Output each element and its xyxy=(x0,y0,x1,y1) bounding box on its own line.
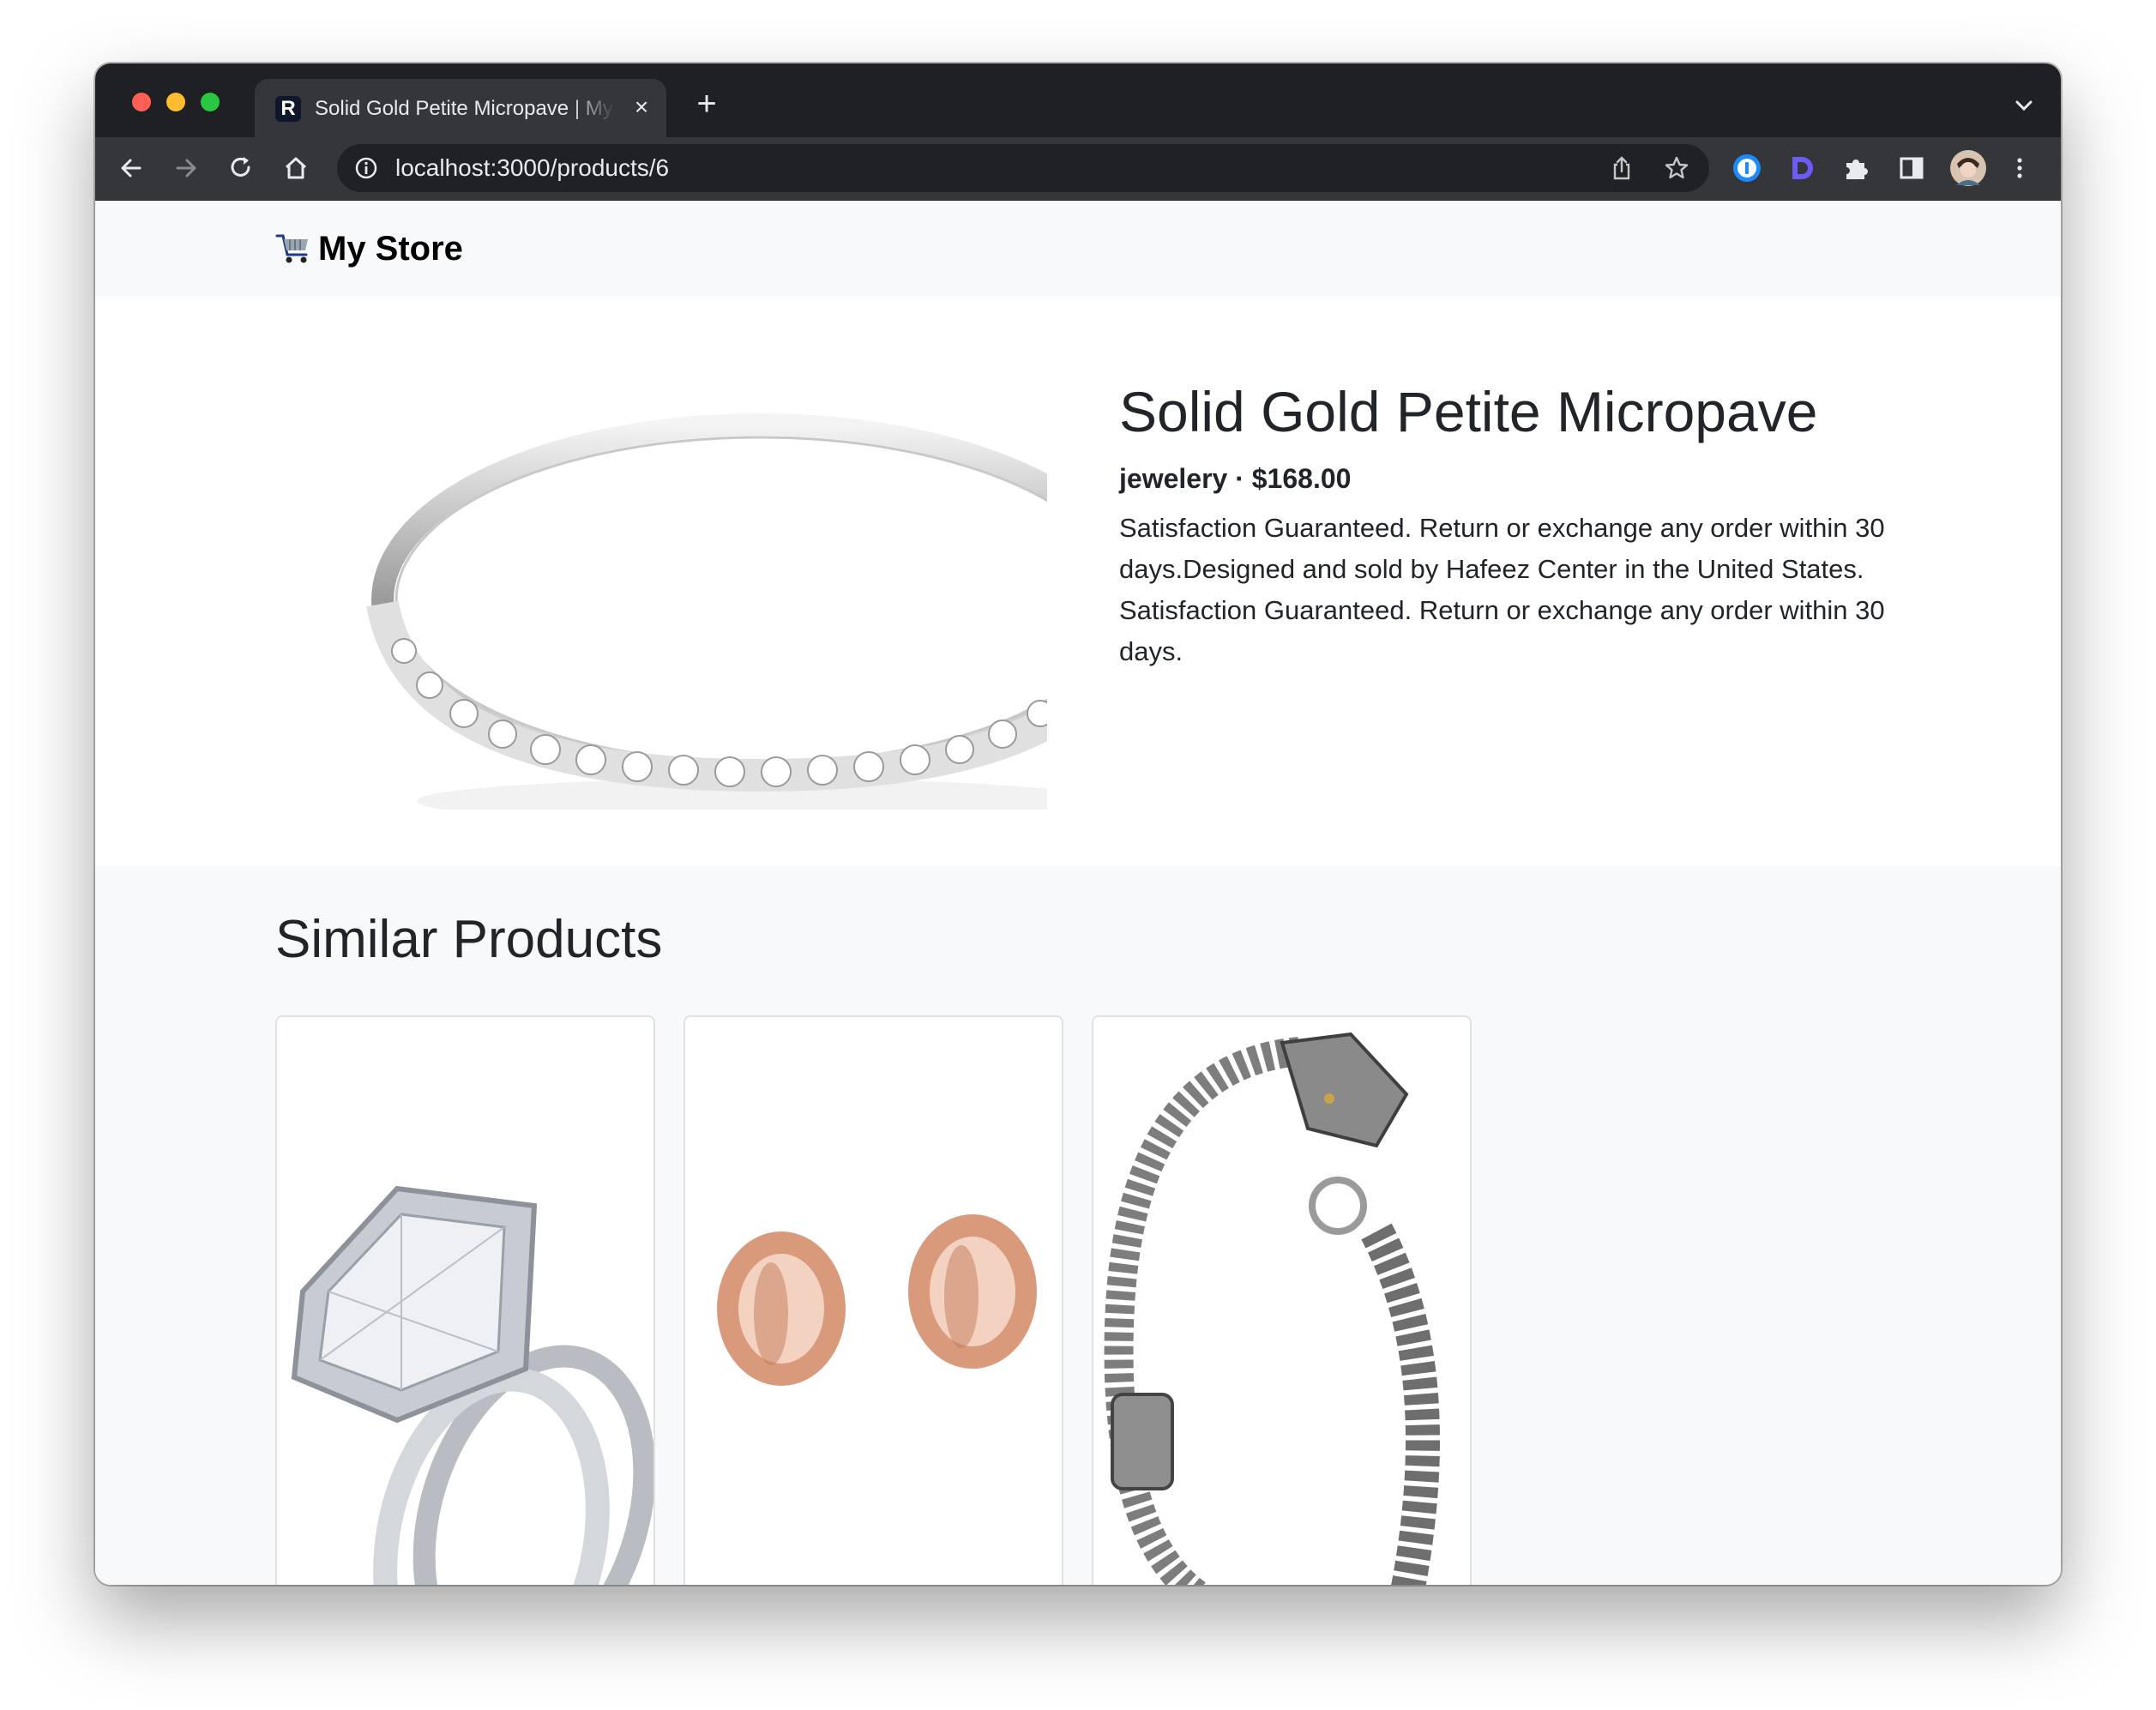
home-icon[interactable] xyxy=(280,153,311,184)
share-icon[interactable] xyxy=(1608,154,1635,182)
similar-products-heading: Similar Products xyxy=(275,910,663,969)
brand-name: My Store xyxy=(318,230,463,268)
browser-toolbar: localhost:3000/products/6 xyxy=(95,137,2061,201)
close-window-button[interactable] xyxy=(132,93,151,111)
shopping-cart-icon xyxy=(275,231,311,265)
tab-strip: R Solid Gold Petite Micropave | My Store… xyxy=(95,63,2061,137)
zoom-window-button[interactable] xyxy=(201,93,220,111)
tab-favicon-icon: R xyxy=(275,96,301,122)
product-description: Satisfaction Guaranteed. Return or excha… xyxy=(1119,513,1885,666)
new-tab-button[interactable]: + xyxy=(692,87,721,121)
star-icon[interactable] xyxy=(1663,154,1690,182)
product-title: Solid Gold Petite Micropave xyxy=(1119,380,1818,443)
url-text[interactable]: localhost:3000/products/6 xyxy=(395,155,669,181)
forward-icon[interactable] xyxy=(171,153,202,184)
product-card[interactable] xyxy=(275,1015,655,1585)
navbar: My Store xyxy=(95,201,2061,297)
extension-d-icon[interactable] xyxy=(1786,153,1817,184)
onepassword-icon[interactable] xyxy=(1731,153,1762,184)
close-tab-icon[interactable]: × xyxy=(630,95,653,119)
product-category-price: jewelery · $168.00 xyxy=(1119,463,1352,494)
product-card[interactable] xyxy=(684,1015,1063,1585)
product-image xyxy=(275,346,1153,823)
tab-title: Solid Gold Petite Micropave | My Store xyxy=(315,97,615,120)
dragon-chain-bracelet-image xyxy=(1104,1032,1440,1585)
tab-search-chevron-icon[interactable] xyxy=(2011,93,2037,118)
profile-avatar[interactable] xyxy=(1949,149,1987,187)
rose-gold-tunnel-plugs-image xyxy=(717,1214,1037,1386)
minimize-window-button[interactable] xyxy=(166,93,185,111)
halo-engagement-ring-image xyxy=(291,1185,653,1585)
menu-kebab-icon[interactable] xyxy=(2004,153,2035,184)
brand-link[interactable]: My Store xyxy=(275,228,463,269)
similar-products-section: Similar Products xyxy=(95,866,2061,1585)
back-icon[interactable] xyxy=(116,153,147,184)
page-viewport: My Store Solid Gold Petite Micropave jew… xyxy=(95,201,2061,1585)
browser-window: R Solid Gold Petite Micropave | My Store… xyxy=(95,63,2061,1585)
sidepanel-icon[interactable] xyxy=(1896,153,1927,184)
reload-icon[interactable] xyxy=(226,153,256,184)
address-bar[interactable]: localhost:3000/products/6 xyxy=(337,144,1709,192)
product-card[interactable] xyxy=(1092,1015,1472,1585)
tab-active[interactable]: R Solid Gold Petite Micropave | My Store… xyxy=(255,79,666,137)
puzzle-icon[interactable] xyxy=(1841,153,1872,184)
info-icon[interactable] xyxy=(354,156,378,180)
